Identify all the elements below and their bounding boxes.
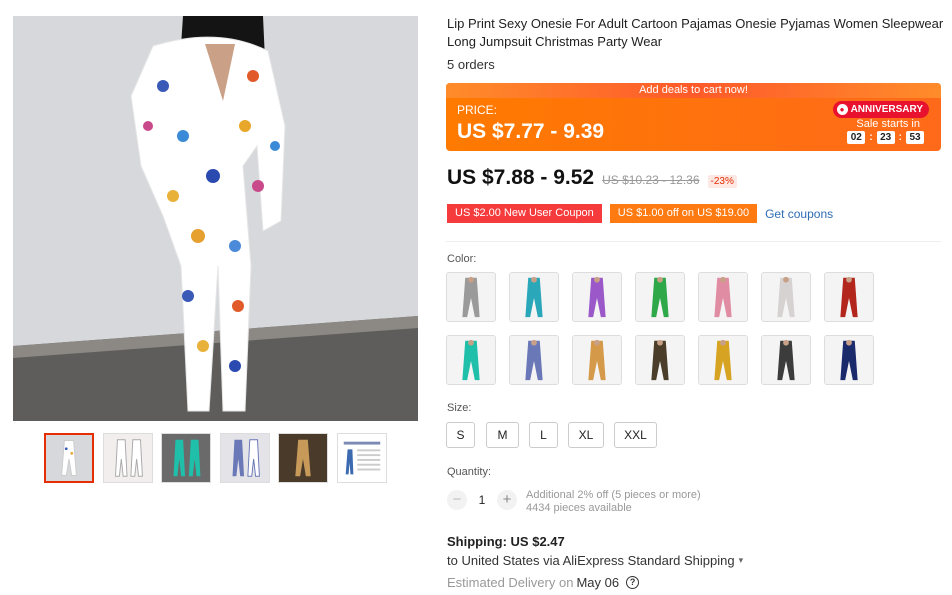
countdown-hours: 02 (847, 131, 866, 144)
stock-available: 4434 pieces available (526, 502, 632, 514)
delivery-label: Estimated Delivery on (447, 575, 574, 590)
size-option-l[interactable]: L (529, 422, 558, 448)
anniversary-badge-label: ANNIVERSARY (850, 104, 923, 115)
thumbnail-3[interactable] (161, 433, 211, 483)
current-price: US $7.88 - 9.52 (447, 166, 595, 189)
deal-price: US $7.77 - 9.39 (457, 120, 605, 143)
divider (446, 241, 941, 242)
new-user-coupon[interactable]: US $2.00 New User Coupon (447, 204, 602, 223)
color-swatch-black-print[interactable] (635, 335, 685, 385)
delivery-date: May 06 (576, 575, 620, 590)
help-icon[interactable]: ? (626, 576, 640, 589)
color-swatch-purple-print[interactable] (572, 272, 622, 322)
size-option-m[interactable]: M (486, 422, 519, 448)
color-swatch-red-print[interactable] (824, 272, 874, 322)
color-swatch-teal-print[interactable] (509, 272, 559, 322)
price-row: US $7.88 - 9.52 US $10.23 - 12.36 -23% (447, 166, 737, 190)
color-swatch-floral-print[interactable] (572, 335, 622, 385)
deal-price-label: PRICE: (457, 103, 498, 117)
shipping-destination[interactable]: to United States via AliExpress Standard… (447, 553, 735, 568)
discount-badge: -23% (707, 175, 737, 188)
thumbnail-5[interactable] (278, 433, 328, 483)
get-coupons-link[interactable]: Get coupons (765, 207, 833, 221)
quantity-increase-button[interactable]: + (497, 490, 517, 510)
color-swatch-grey-print[interactable] (446, 272, 496, 322)
sale-starts-label: Sale starts in (856, 118, 920, 130)
coupon-row: US $2.00 New User Coupon US $1.00 off on… (447, 204, 833, 223)
size-option-xxl[interactable]: XXL (614, 422, 657, 448)
estimated-delivery: Estimated Delivery on May 06 ? (447, 575, 640, 590)
color-swatch-green-print[interactable] (635, 272, 685, 322)
color-label: Color: (447, 253, 477, 265)
store-coupon[interactable]: US $1.00 off on US $19.00 (609, 204, 758, 223)
color-swatch-pink-print[interactable] (698, 272, 748, 322)
quantity-info: Additional 2% off (5 pieces or more) 443… (526, 489, 701, 515)
thumbnail-4[interactable] (220, 433, 270, 483)
main-product-image[interactable] (13, 16, 418, 421)
original-price: US $10.23 - 12.36 (602, 173, 700, 187)
thumbnail-2[interactable] (103, 433, 153, 483)
color-swatch-aqua-print[interactable] (446, 335, 496, 385)
thumbnail-size-chart[interactable] (337, 433, 387, 483)
quantity-decrease-button[interactable]: − (447, 490, 467, 510)
countdown-minutes: 23 (876, 131, 895, 144)
color-swatch-mustard[interactable] (698, 335, 748, 385)
countdown-seconds: 53 (906, 131, 924, 144)
color-swatch-charcoal[interactable] (761, 335, 811, 385)
size-option-s[interactable]: S (446, 422, 475, 448)
deal-banner[interactable]: Add deals to cart now! PRICE: US $7.77 -… (446, 83, 941, 151)
size-label: Size: (447, 402, 472, 414)
shipping-method-selector[interactable]: to United States via AliExpress Standard… (447, 553, 743, 568)
chevron-down-icon[interactable]: ▾ (739, 555, 744, 566)
color-swatch-navy[interactable] (824, 335, 874, 385)
quantity-value[interactable]: 1 (467, 493, 497, 507)
thumbnail-1[interactable] (44, 433, 94, 483)
countdown-timer: 02 : 23 : 53 (847, 131, 924, 144)
quantity-label: Quantity: (447, 466, 492, 478)
quantity-stepper: − 1 + (447, 489, 517, 511)
anniversary-logo-icon: ● (836, 104, 848, 115)
color-swatch-white-print[interactable] (761, 272, 811, 322)
product-title: Lip Print Sexy Onesie For Adult Cartoon … (447, 16, 944, 49)
anniversary-badge: ● ANNIVERSARY (832, 101, 929, 118)
shipping-price: Shipping: US $2.47 (447, 534, 565, 549)
bulk-discount-note: Additional 2% off (5 pieces or more) (526, 489, 701, 501)
deal-banner-header: Add deals to cart now! (446, 83, 941, 98)
color-swatch-butterfly-print[interactable] (509, 335, 559, 385)
model-illustration (13, 16, 418, 421)
order-count: 5 orders (447, 57, 495, 72)
size-option-xl[interactable]: XL (568, 422, 604, 448)
